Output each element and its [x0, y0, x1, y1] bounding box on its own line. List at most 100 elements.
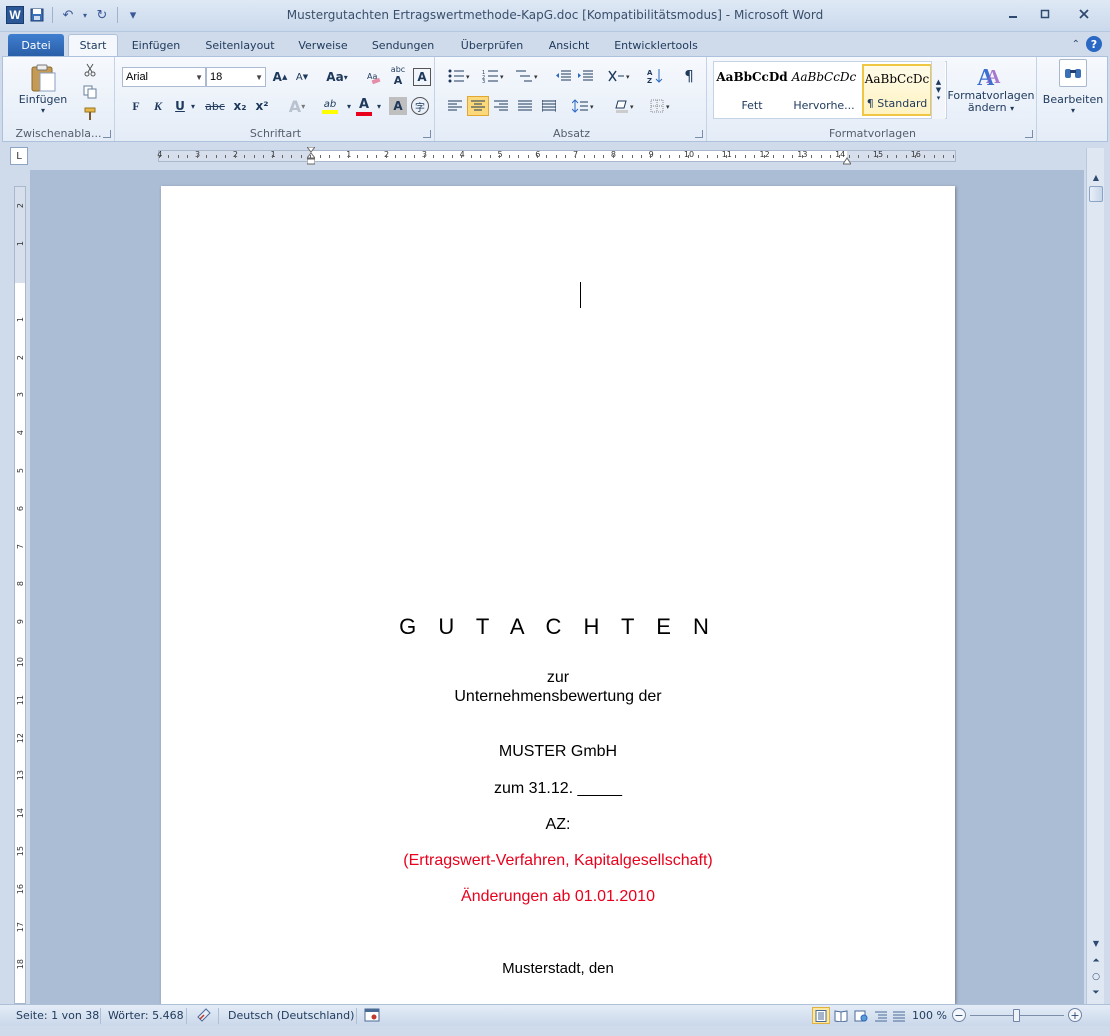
line-spacing-icon[interactable]: ▾ [569, 97, 597, 115]
ruler-tick [820, 155, 822, 158]
tab-datei[interactable]: Datei [8, 34, 64, 56]
full-screen-reading-icon[interactable] [832, 1007, 850, 1024]
zoom-out-button[interactable]: − [952, 1008, 966, 1022]
strikethrough-button[interactable]: abc [203, 97, 227, 115]
character-shading-icon[interactable]: A [389, 97, 407, 115]
underline-dropdown-icon[interactable]: ▾ [189, 97, 197, 115]
align-left-icon[interactable] [445, 97, 465, 115]
grow-font-icon[interactable]: A ▲ [271, 68, 289, 86]
superscript-button[interactable]: x² [253, 97, 271, 115]
cut-icon[interactable] [81, 61, 99, 79]
multilevel-list-icon[interactable]: ▾ [513, 67, 541, 85]
horizontal-ruler[interactable]: 432112345678910111213141516 [157, 146, 956, 165]
bold-button[interactable]: F [127, 97, 145, 115]
scrollbar-thumb[interactable] [1089, 186, 1103, 202]
browse-object-icon[interactable]: ○ [1089, 970, 1103, 984]
tab-sendungen[interactable]: Sendungen [364, 34, 442, 56]
tab-ansicht[interactable]: Ansicht [540, 34, 598, 56]
style-fett[interactable]: AaBbCcDd Fett [716, 64, 787, 116]
tab-start[interactable]: Start [68, 34, 118, 56]
document-page[interactable]: G U T A C H T E N zur Unternehmensbewert… [161, 186, 955, 1004]
highlight-dropdown-icon[interactable]: ▾ [345, 97, 353, 115]
word-count[interactable]: Wörter: 5.468 [108, 1009, 184, 1022]
paste-button[interactable]: Einfügen ▾ [19, 61, 67, 117]
minimize-icon[interactable] [1000, 4, 1026, 24]
help-icon[interactable]: ? [1086, 36, 1102, 52]
align-center-button[interactable] [467, 96, 489, 116]
svg-text:▾: ▾ [630, 103, 634, 111]
align-right-icon[interactable] [491, 97, 511, 115]
font-name-combo[interactable]: Arial ▼ [122, 67, 206, 87]
borders-icon[interactable]: ▾ [647, 97, 675, 115]
ruler-tick [754, 155, 756, 158]
clear-formatting-icon[interactable]: Aa [365, 68, 383, 86]
change-styles-button[interactable]: AA Formatvorlagen ändern ▾ [947, 59, 1034, 125]
paragraph-launcher-icon[interactable] [695, 130, 703, 138]
font-color-dropdown-icon[interactable]: ▾ [375, 97, 383, 115]
text-effects-icon[interactable]: A ▾ [283, 97, 311, 116]
style-hervorhebung[interactable]: AaBbCcDc Hervorhe... [790, 64, 858, 116]
format-painter-icon[interactable] [81, 105, 99, 123]
ruler-number: 2 [16, 203, 25, 209]
draft-icon[interactable] [890, 1007, 908, 1024]
highlight-color-icon[interactable]: ab [315, 95, 345, 117]
change-case-icon[interactable]: Aa ▾ [323, 68, 351, 86]
editing-button[interactable]: Bearbeiten ▾ [1041, 59, 1105, 123]
scroll-up-icon[interactable]: ▲ [1089, 170, 1103, 184]
zoom-in-button[interactable]: + [1068, 1008, 1082, 1022]
vertical-scrollbar[interactable]: ▲ ▼ ⏶ ○ ⏷ [1086, 148, 1104, 1004]
asian-layout-icon[interactable]: ▾ [605, 67, 633, 85]
enclose-characters-icon[interactable]: 字 [411, 97, 429, 115]
shading-icon[interactable]: ▾ [611, 97, 639, 115]
italic-button[interactable]: K [149, 97, 167, 115]
style-standard[interactable]: AaBbCcDc ¶ Standard [862, 64, 932, 116]
font-size-combo[interactable]: 18 ▼ [206, 67, 266, 87]
distributed-icon[interactable] [539, 97, 559, 115]
scroll-down-icon[interactable]: ▼ [1089, 936, 1103, 950]
group-label-styles: Formatvorlagen [828, 127, 917, 140]
tab-selector[interactable]: L [10, 147, 28, 165]
macro-recording-icon[interactable] [364, 1007, 380, 1026]
copy-icon[interactable] [81, 83, 99, 101]
zoom-level[interactable]: 100 % [912, 1009, 947, 1022]
maximize-icon[interactable] [1032, 4, 1058, 24]
next-page-icon[interactable]: ⏷ [1089, 986, 1103, 1000]
show-formatting-marks-icon[interactable]: ¶ [679, 67, 699, 85]
sort-icon[interactable]: AZ [645, 67, 665, 85]
styles-scroll[interactable]: ▲ ▼ ▾ [931, 61, 945, 119]
ruler-tick [848, 155, 850, 158]
styles-launcher-icon[interactable] [1025, 130, 1033, 138]
proofing-icon[interactable] [196, 1007, 212, 1026]
character-border-icon[interactable]: A [413, 68, 431, 86]
page-count[interactable]: Seite: 1 von 38 [16, 1009, 99, 1022]
tab-verweise[interactable]: Verweise [292, 34, 354, 56]
ruler-tick [792, 155, 794, 158]
tab-entwicklertools[interactable]: Entwicklertools [606, 34, 706, 56]
outline-icon[interactable] [872, 1007, 890, 1024]
zoom-slider-thumb[interactable] [1013, 1009, 1020, 1022]
font-launcher-icon[interactable] [423, 130, 431, 138]
svg-text:▾: ▾ [500, 73, 504, 81]
increase-indent-icon[interactable] [575, 67, 595, 85]
justify-icon[interactable] [515, 97, 535, 115]
close-icon[interactable] [1064, 4, 1104, 24]
vertical-ruler[interactable]: 2 1 1 2 3 4 5 6 7 8 9 10 11 12 13 14 15 16 17 18 [14, 186, 26, 1004]
clipboard-launcher-icon[interactable] [103, 130, 111, 138]
bullets-icon[interactable]: ▾ [445, 67, 473, 85]
subscript-button[interactable]: x₂ [231, 97, 249, 115]
previous-page-icon[interactable]: ⏶ [1089, 954, 1103, 968]
numbering-icon[interactable]: 1 2 3 ▾ [479, 67, 507, 85]
decrease-indent-icon[interactable] [553, 67, 573, 85]
shrink-font-icon[interactable]: A ▼ [293, 68, 311, 86]
tab-einfuegen[interactable]: Einfügen [124, 34, 188, 56]
print-layout-icon[interactable] [812, 1007, 830, 1024]
minimize-ribbon-icon[interactable]: ⌃ [1072, 39, 1080, 50]
language-indicator[interactable]: Deutsch (Deutschland) [228, 1009, 354, 1022]
svg-text:A: A [986, 66, 1001, 88]
tab-seitenlayout[interactable]: Seitenlayout [198, 34, 282, 56]
phonetic-guide-icon[interactable]: abc A [389, 65, 407, 87]
web-layout-icon[interactable] [852, 1007, 870, 1024]
tab-ueberpruefen[interactable]: Überprüfen [452, 34, 532, 56]
font-color-icon[interactable]: A [353, 95, 375, 117]
underline-button[interactable]: U [171, 97, 189, 115]
